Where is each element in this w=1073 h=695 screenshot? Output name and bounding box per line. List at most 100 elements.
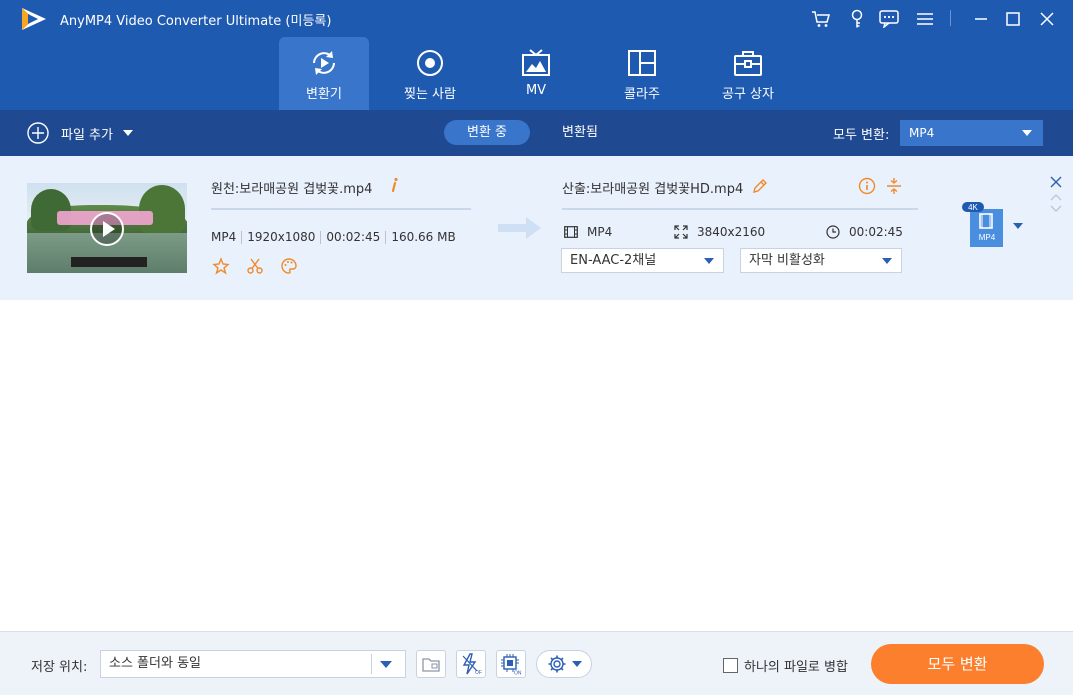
key-icon[interactable]	[846, 8, 868, 30]
chevron-down-icon	[571, 661, 582, 667]
palette-icon[interactable]	[280, 257, 298, 275]
chevron-down-icon[interactable]	[122, 130, 133, 136]
title-bar: AnyMP4 Video Converter Ultimate (미등록) 변환…	[0, 0, 1073, 110]
move-up-icon[interactable]	[1050, 193, 1062, 201]
info-circle-icon[interactable]	[858, 177, 876, 195]
subtitle-value: 자막 비활성화	[749, 253, 825, 268]
enhance-star-icon[interactable]	[212, 257, 230, 275]
clock-icon	[826, 225, 840, 239]
tab-converter[interactable]: 변환기	[279, 37, 369, 110]
film-icon	[564, 226, 578, 238]
output-duration-info: 00:02:45	[826, 224, 903, 240]
tab-ripper[interactable]: 찢는 사람	[385, 37, 475, 110]
add-file-button[interactable]: 파일 추가	[27, 121, 133, 145]
convert-all-format-value: MP4	[909, 126, 935, 140]
convert-all-format-select[interactable]: MP4	[900, 120, 1043, 146]
app-logo-icon	[22, 8, 46, 30]
toolbox-icon	[734, 51, 762, 76]
output-resolution-info: 3840x2160	[674, 224, 765, 240]
source-metadata: MP4 1920x1080 00:02:45 160.66 MB	[211, 230, 456, 244]
chevron-down-icon[interactable]	[1013, 223, 1023, 229]
chevron-down-icon	[882, 258, 892, 264]
ripper-disc-icon	[417, 50, 443, 76]
move-down-icon[interactable]	[1050, 205, 1062, 213]
maximize-icon[interactable]	[1002, 8, 1024, 30]
remove-file-icon[interactable]	[1050, 176, 1062, 188]
gpu-acceleration-button[interactable]: ON	[496, 650, 526, 678]
save-location-value: 소스 폴더와 동일	[109, 656, 201, 671]
tab-collage[interactable]: 콜라주	[597, 37, 687, 110]
output-file-name: 산출:보라매공원 겹벚꽃HD.mp4	[562, 182, 744, 197]
edit-pencil-icon[interactable]	[752, 178, 768, 194]
source-divider	[211, 208, 471, 210]
output-resolution: 3840x2160	[697, 225, 766, 239]
collage-icon	[628, 50, 656, 76]
merge-option[interactable]: 하나의 파일로 병합	[723, 656, 848, 675]
save-location-label: 저장 위치:	[31, 660, 88, 675]
subtitle-select[interactable]: 자막 비활성화	[740, 248, 902, 273]
tab-label: MV	[525, 83, 547, 98]
tab-label: 공구 상자	[722, 87, 774, 102]
save-location-select[interactable]: 소스 폴더와 동일	[100, 650, 406, 678]
cart-icon[interactable]	[810, 8, 832, 30]
tab-mv[interactable]: MV	[491, 37, 581, 110]
merge-checkbox[interactable]	[723, 658, 738, 673]
lightning-off-icon: OFF	[462, 653, 482, 675]
play-icon[interactable]	[89, 211, 125, 247]
expand-icon	[674, 225, 688, 239]
folder-icon	[422, 657, 440, 672]
meta-separator	[320, 230, 322, 244]
tab-label: 콜라주	[624, 87, 660, 102]
scissors-icon[interactable]	[246, 257, 264, 275]
chevron-down-icon	[1022, 130, 1032, 136]
minimize-icon[interactable]	[970, 8, 992, 30]
convert-icon	[313, 51, 335, 75]
source-file-name: 원천:보라매공원 겹벚꽃.mp4	[211, 182, 373, 197]
audio-track-select[interactable]: EN-AAC-2채널	[561, 248, 724, 273]
gear-icon	[548, 655, 565, 673]
compress-icon[interactable]	[886, 177, 902, 195]
thumbnail-caption-bar	[71, 257, 147, 267]
thumbnail-tree	[139, 185, 185, 233]
audio-track-value: EN-AAC-2채널	[570, 253, 657, 268]
cpu-on-icon: ON	[501, 654, 522, 676]
title-bar-separator	[950, 10, 951, 26]
video-thumbnail[interactable]	[27, 183, 187, 273]
svg-text:OFF: OFF	[475, 670, 482, 675]
add-circle-icon	[27, 122, 49, 144]
output-format-info: MP4	[564, 224, 612, 240]
meta-separator	[241, 230, 243, 244]
source-resolution: 1920x1080	[247, 230, 316, 244]
bottom-bar: 저장 위치: 소스 폴더와 동일 OFF ON	[0, 631, 1073, 695]
toolbar: 파일 추가 변환 중 변환됨 모두 변환: MP4	[0, 110, 1073, 156]
tab-label: 변환기	[306, 87, 342, 102]
svg-text:ON: ON	[514, 671, 522, 676]
merge-label: 하나의 파일로 병합	[744, 660, 848, 675]
convert-all-button[interactable]: 모두 변환	[871, 644, 1044, 684]
source-size: 160.66 MB	[391, 230, 456, 244]
arrow-right-icon	[498, 217, 541, 239]
chat-icon[interactable]	[878, 8, 900, 30]
source-format: MP4	[211, 230, 237, 244]
badge-format: MP4	[979, 233, 996, 242]
convert-all-label: 모두 변환:	[833, 128, 890, 143]
output-format-badge-icon[interactable]: 4K MP4	[962, 202, 1004, 248]
chevron-down-icon	[380, 661, 392, 668]
hardware-acceleration-button[interactable]: OFF	[456, 650, 486, 678]
info-icon[interactable]	[390, 177, 400, 193]
tv-icon	[522, 49, 550, 76]
tab-converting[interactable]: 변환 중	[444, 120, 530, 145]
settings-button[interactable]	[536, 650, 592, 678]
output-duration: 00:02:45	[849, 225, 903, 239]
tab-converted[interactable]: 변환됨	[543, 120, 617, 145]
app-title: AnyMP4 Video Converter Ultimate (미등록)	[60, 14, 332, 29]
menu-icon[interactable]	[914, 8, 936, 30]
output-format: MP4	[587, 225, 613, 239]
source-duration: 00:02:45	[326, 230, 381, 244]
file-row[interactable]: 원천:보라매공원 겹벚꽃.mp4 MP4 1920x1080 00:02:45 …	[0, 156, 1073, 300]
tab-toolbox[interactable]: 공구 상자	[703, 37, 793, 110]
close-icon[interactable]	[1036, 8, 1058, 30]
select-divider	[371, 654, 372, 674]
open-folder-button[interactable]	[416, 650, 446, 678]
chevron-down-icon	[704, 258, 714, 264]
